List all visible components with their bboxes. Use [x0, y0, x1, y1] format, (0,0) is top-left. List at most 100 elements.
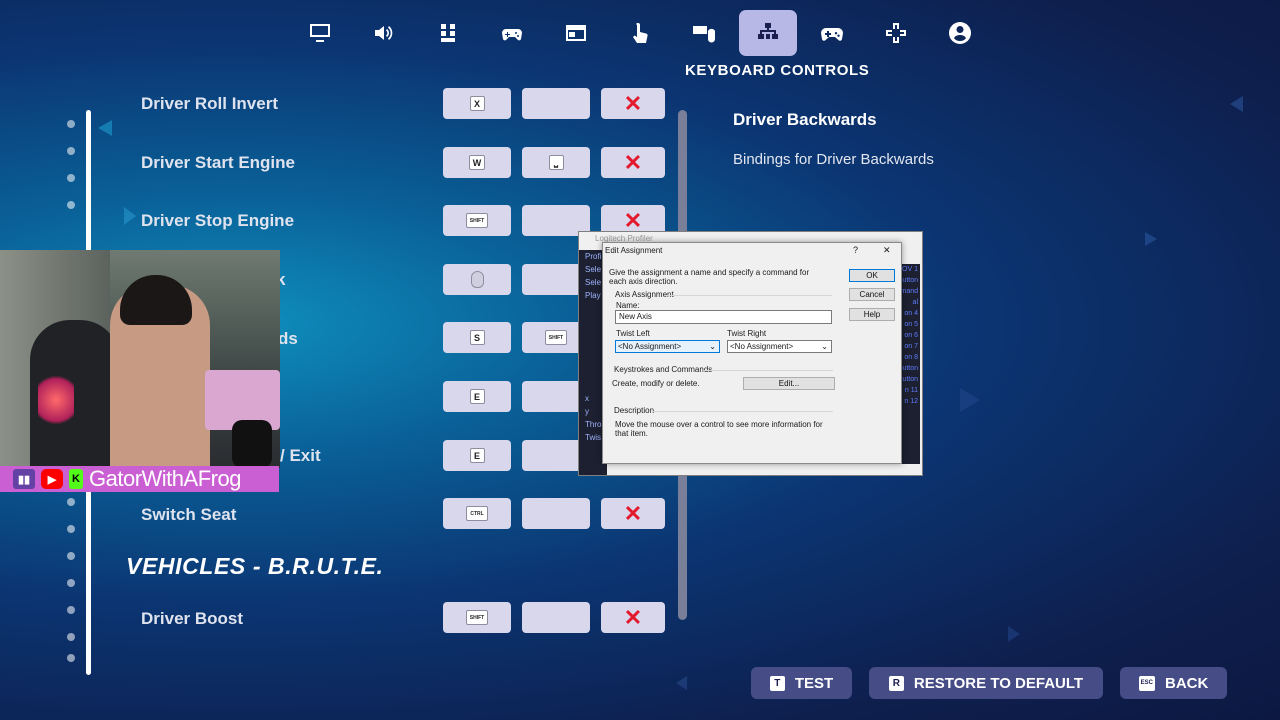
controller-gear-icon[interactable] — [480, 10, 544, 56]
binding-primary[interactable]: W — [443, 147, 511, 178]
binding-primary[interactable]: X — [443, 88, 511, 119]
edit-assignment-dialog: Edit Assignment ? ✕ Give the assignment … — [602, 242, 902, 464]
help-icon[interactable]: ? — [853, 245, 858, 255]
bg-triangle — [124, 207, 136, 225]
rail-dot — [67, 174, 75, 182]
gamepad-icon[interactable] — [800, 10, 864, 56]
delete-binding-button[interactable]: ✕ — [601, 498, 665, 529]
key-cap: SHIFT — [466, 213, 488, 228]
edit-button[interactable]: Edit... — [743, 377, 835, 390]
rail-dot — [67, 498, 75, 506]
binding-primary[interactable]: S — [443, 322, 511, 353]
twist-left-label: Twist Left — [616, 329, 650, 338]
row-label-partial: ds — [278, 329, 298, 348]
bg-triangle — [960, 388, 980, 412]
close-icon[interactable]: ✕ — [883, 245, 891, 256]
grid-icon[interactable] — [416, 10, 480, 56]
delete-binding-button[interactable]: ✕ — [601, 88, 665, 119]
key-cap: E — [469, 448, 485, 463]
rail-dot — [67, 633, 75, 641]
binding-primary[interactable]: SHIFT — [443, 205, 511, 236]
panel-title: KEYBOARD CONTROLS — [685, 62, 870, 79]
back-button[interactable]: ESC BACK — [1120, 667, 1227, 699]
button-label: RESTORE TO DEFAULT — [913, 674, 1084, 692]
binding-primary[interactable]: E — [443, 440, 511, 471]
binding-secondary[interactable]: ⎵ — [522, 147, 590, 178]
speaker-icon[interactable] — [352, 10, 416, 56]
bg-triangle — [676, 676, 687, 690]
row-label-driver-stop-engine: Driver Stop Engine — [141, 211, 295, 230]
name-input[interactable]: New Axis — [615, 310, 832, 324]
key-cap: SHIFT — [545, 330, 567, 345]
row-label-driver-boost: Driver Boost — [141, 609, 244, 628]
group-divider — [667, 295, 832, 296]
kick-icon: K — [69, 469, 83, 489]
rgb-light — [38, 370, 74, 430]
binding-primary[interactable]: CTRL — [443, 498, 511, 529]
group-axis-label: Axis Assignment — [615, 290, 674, 299]
row-label-switch-seat: Switch Seat — [141, 505, 237, 524]
button-label: TEST — [794, 674, 834, 692]
dialog-title: Edit Assignment — [605, 246, 663, 255]
streamer-name: GatorWithAFrog — [89, 466, 241, 491]
help-button[interactable]: Help — [849, 308, 895, 321]
binding-secondary[interactable] — [522, 88, 590, 119]
rail-dot — [67, 654, 75, 662]
section-heading: VEHICLES - B.R.U.T.E. — [126, 553, 384, 579]
youtube-icon: ▶ — [41, 469, 63, 489]
test-button[interactable]: T TEST — [751, 667, 852, 699]
spacebar-key: ⎵ — [548, 155, 564, 170]
network-icon[interactable] — [739, 10, 797, 56]
close-icon: ✕ — [623, 90, 643, 116]
binding-secondary[interactable] — [522, 498, 590, 529]
name-label: Name: — [616, 301, 640, 310]
selected-value: <No Assignment> — [730, 342, 794, 351]
rail-dot — [67, 579, 75, 587]
delete-binding-button[interactable]: ✕ — [601, 147, 665, 178]
key-cap: W — [468, 155, 486, 170]
key-cap: S — [469, 330, 485, 345]
hotkey-badge: R — [888, 675, 904, 691]
webcam-overlay — [0, 250, 280, 468]
cancel-button[interactable]: Cancel — [849, 288, 895, 301]
restore-default-button[interactable]: R RESTORE TO DEFAULT — [869, 667, 1103, 699]
bg-triangle — [1230, 96, 1243, 112]
twist-right-select[interactable]: <No Assignment> ⌄ — [727, 340, 832, 353]
instructions-text: Give the assignment a name and specify a… — [609, 268, 810, 286]
binding-primary[interactable]: SHIFT — [443, 602, 511, 633]
key-cap: CTRL — [466, 506, 488, 521]
ok-button[interactable]: OK — [849, 269, 895, 282]
bg-triangle — [98, 120, 112, 136]
binding-primary[interactable] — [443, 264, 511, 295]
settings-tab-bar — [288, 10, 992, 56]
rail-dot — [67, 201, 75, 209]
twitch-icon: ▮▮ — [13, 469, 35, 489]
rail-dot — [67, 120, 75, 128]
row-label-partial: / Exit — [280, 446, 321, 465]
binding-secondary[interactable] — [522, 602, 590, 633]
row-label-driver-start-engine: Driver Start Engine — [141, 153, 295, 172]
delete-binding-button[interactable]: ✕ — [601, 602, 665, 633]
twist-right-label: Twist Right — [727, 329, 767, 338]
chevron-down-icon: ⌄ — [821, 342, 828, 351]
window-icon[interactable] — [544, 10, 608, 56]
joystick — [232, 420, 272, 468]
twist-left-select[interactable]: <No Assignment> ⌄ — [615, 340, 720, 353]
chevron-down-icon: ⌄ — [709, 342, 716, 351]
close-icon: ✕ — [623, 604, 643, 630]
binding-title: Driver Backwards — [733, 110, 877, 129]
hotkey-badge: ESC — [1138, 675, 1155, 691]
binding-primary[interactable]: E — [443, 381, 511, 412]
hotkey-badge: T — [769, 675, 785, 691]
account-icon[interactable] — [928, 10, 992, 56]
keyboard-mouse-icon[interactable] — [672, 10, 736, 56]
rail-dot — [67, 147, 75, 155]
close-icon: ✕ — [623, 207, 643, 233]
keystrokes-text: Create, modify or delete. — [612, 379, 700, 388]
dpad-icon[interactable] — [864, 10, 928, 56]
mouse-icon — [470, 271, 484, 288]
monitor-icon[interactable] — [288, 10, 352, 56]
group-divider — [703, 370, 833, 371]
description-text: Move the mouse over a control to see mor… — [615, 420, 823, 438]
touch-icon[interactable] — [608, 10, 672, 56]
